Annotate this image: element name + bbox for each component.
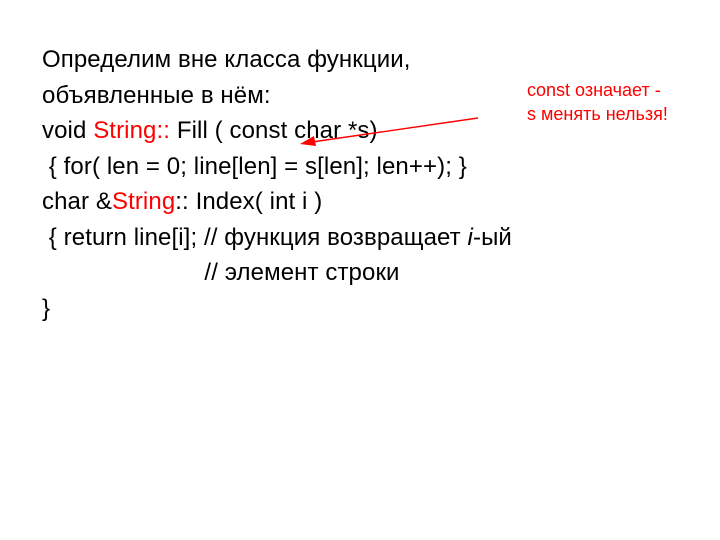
- return-part-b: -ый: [473, 224, 512, 251]
- code-line-index-decl: char &String:: Index( int i ): [42, 184, 602, 220]
- const-annotation: const означает - s менять нельзя!: [527, 78, 702, 127]
- fill-signature: Fill ( const char *s): [170, 117, 378, 144]
- text-line-1: Определим вне класса функции,: [42, 42, 602, 78]
- kw-void: void: [42, 117, 93, 144]
- code-line-comment2: // элемент строки: [42, 255, 602, 291]
- class-scope-2: String: [112, 188, 175, 215]
- annotation-line-1: const означает -: [527, 78, 702, 102]
- annotation-line-2: s менять нельзя!: [527, 102, 702, 126]
- code-line-close-brace: }: [42, 291, 602, 327]
- index-signature: :: Index( int i ): [175, 188, 322, 215]
- class-scope-1: String::: [93, 117, 170, 144]
- code-line-fill-body: { for( len = 0; line[len] = s[len]; len+…: [42, 149, 602, 185]
- text-line-2: объявленные в нём:: [42, 78, 602, 114]
- return-part-a: { return line[i]; // функция возвращает: [42, 224, 468, 251]
- code-body: Определим вне класса функции, объявленны…: [42, 42, 602, 326]
- slide: Определим вне класса функции, объявленны…: [0, 0, 720, 540]
- kw-char-ref: char &: [42, 188, 112, 215]
- code-line-return: { return line[i]; // функция возвращает …: [42, 220, 602, 256]
- code-line-fill-decl: void String:: Fill ( const char *s): [42, 113, 602, 149]
